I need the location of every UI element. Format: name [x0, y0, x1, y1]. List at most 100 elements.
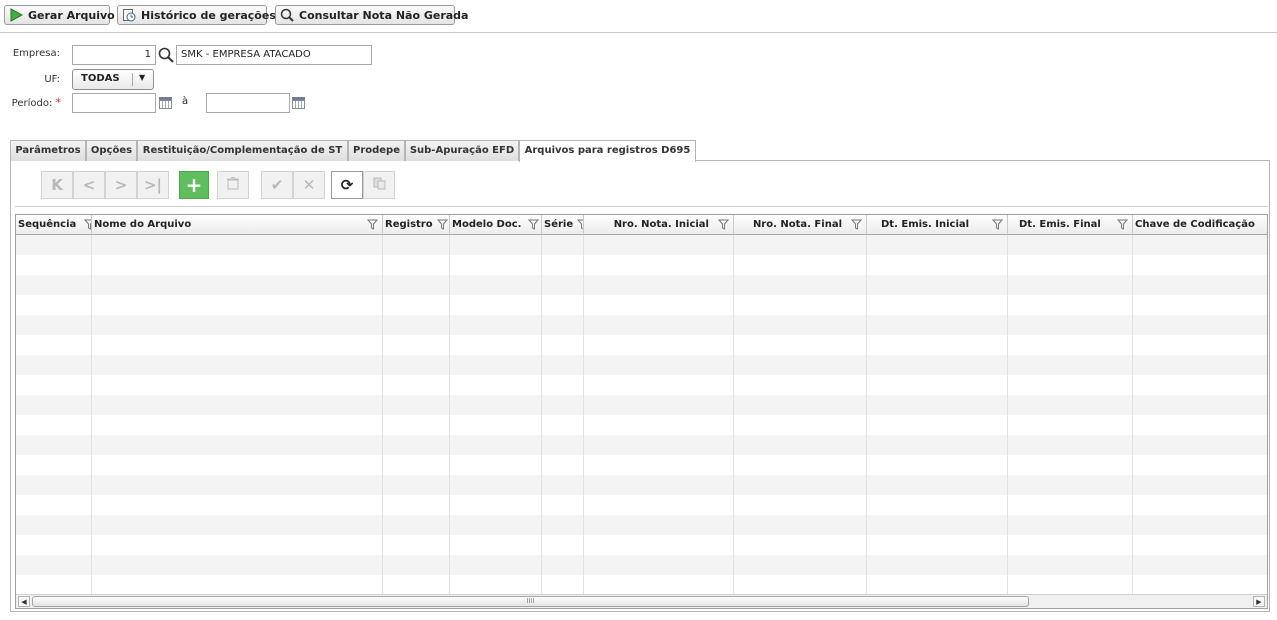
- prev-record-button[interactable]: <: [73, 171, 105, 199]
- table-row[interactable]: [16, 295, 1267, 315]
- filter-icon[interactable]: [851, 219, 862, 230]
- column-header-modelo-doc[interactable]: Modelo Doc.: [450, 215, 542, 235]
- chevron-right-icon: >: [114, 176, 128, 194]
- empresa-name-field: SMK - EMPRESA ATACADO: [176, 45, 372, 65]
- calendar-icon[interactable]: [159, 97, 172, 109]
- table-row[interactable]: [16, 475, 1267, 495]
- table-row[interactable]: [16, 395, 1267, 415]
- uf-select-divider: [132, 73, 133, 86]
- table-row[interactable]: [16, 515, 1267, 535]
- filter-icon[interactable]: [84, 219, 92, 230]
- first-record-button[interactable]: K: [41, 171, 73, 199]
- periodo-label-group: Período: *: [10, 96, 61, 109]
- column-header-dt-emis-inicial[interactable]: Dt. Emis. Inicial: [867, 215, 1008, 235]
- table-row[interactable]: [16, 335, 1267, 355]
- column-label: Nome do Arquivo: [94, 219, 192, 230]
- periodo-label: Período:: [11, 98, 53, 109]
- periodo-end-field[interactable]: [206, 93, 290, 113]
- historico-geracoes-button[interactable]: Histórico de gerações: [117, 5, 276, 25]
- table-row[interactable]: [16, 455, 1267, 475]
- column-divider: [449, 235, 450, 595]
- column-divider: [866, 235, 867, 595]
- play-icon: [9, 8, 24, 22]
- confirm-button[interactable]: ✔: [261, 171, 293, 199]
- table-row[interactable]: [16, 555, 1267, 575]
- scroll-left-icon[interactable]: ◀: [18, 596, 30, 607]
- periodo-separator: à: [182, 96, 189, 107]
- filter-icon[interactable]: [718, 219, 729, 230]
- gerar-arquivo-label: Gerar Arquivo: [28, 8, 115, 22]
- add-record-button[interactable]: +: [179, 171, 209, 199]
- trash-icon: [227, 176, 239, 194]
- tab-opcoes[interactable]: Opções: [86, 140, 137, 161]
- check-icon: ✔: [270, 176, 284, 194]
- table-row[interactable]: [16, 275, 1267, 295]
- tab-prodepe[interactable]: Prodepe: [348, 140, 405, 161]
- column-header-nro-nota-final[interactable]: Nro. Nota. Final: [734, 215, 867, 235]
- column-label: Modelo Doc.: [452, 219, 522, 230]
- tab-sub-apuracao[interactable]: Sub-Apuração EFD: [405, 140, 519, 161]
- table-row[interactable]: [16, 535, 1267, 555]
- search-icon: [280, 8, 294, 22]
- column-header-sequencia[interactable]: Sequência: [16, 215, 92, 235]
- column-header-serie[interactable]: Série: [542, 215, 584, 235]
- column-divider: [733, 235, 734, 595]
- scroll-right-icon[interactable]: ▶: [1253, 596, 1265, 607]
- table-row[interactable]: [16, 415, 1267, 435]
- consultar-nota-label: Consultar Nota Não Gerada: [299, 8, 469, 22]
- table-row[interactable]: [16, 435, 1267, 455]
- uf-label: UF:: [44, 74, 60, 85]
- column-header-dt-emis-final[interactable]: Dt. Emis. Final: [1008, 215, 1133, 235]
- filter-icon[interactable]: [1117, 219, 1128, 230]
- filter-icon[interactable]: [528, 219, 539, 230]
- table-row[interactable]: [16, 355, 1267, 375]
- tab-parametros[interactable]: Parâmetros: [10, 140, 86, 161]
- empresa-code-field[interactable]: 1: [72, 45, 156, 65]
- grid-toolbar-divider: [15, 206, 1268, 207]
- table-row[interactable]: [16, 235, 1267, 255]
- column-header-nome-arquivo[interactable]: Nome do Arquivo: [92, 215, 383, 235]
- refresh-button[interactable]: ⟳: [331, 171, 363, 199]
- empresa-search-icon[interactable]: [158, 47, 174, 63]
- filter-icon[interactable]: [437, 219, 448, 230]
- tab-restituicao[interactable]: Restituição/Complementação de ST: [137, 140, 348, 161]
- delete-record-button[interactable]: [217, 171, 249, 199]
- horizontal-scrollbar[interactable]: ◀ IIII ▶: [16, 594, 1267, 608]
- table-row[interactable]: [16, 315, 1267, 335]
- toolbar-divider: [0, 32, 1277, 33]
- uf-select[interactable]: TODAS ▼: [72, 69, 154, 90]
- plus-icon: +: [185, 173, 203, 197]
- column-divider: [382, 235, 383, 595]
- filter-icon[interactable]: [367, 219, 378, 230]
- cancel-button[interactable]: ✕: [293, 171, 325, 199]
- data-grid: Sequência Nome do Arquivo Registro Model…: [15, 214, 1268, 609]
- copy-button[interactable]: [363, 171, 395, 199]
- gerar-arquivo-button[interactable]: Gerar Arquivo: [4, 5, 115, 25]
- copy-icon: [373, 176, 386, 194]
- calendar-icon[interactable]: [292, 97, 305, 109]
- periodo-start-field[interactable]: [72, 93, 156, 113]
- last-record-button[interactable]: >|: [137, 171, 169, 199]
- filter-icon[interactable]: [577, 219, 584, 230]
- scrollbar-thumb[interactable]: IIII: [32, 596, 1029, 607]
- filter-icon[interactable]: [992, 219, 1003, 230]
- close-icon: ✕: [302, 176, 316, 194]
- column-label: Sequência: [18, 219, 77, 230]
- grid-body: [16, 235, 1267, 595]
- chevron-left-icon: <: [82, 176, 96, 194]
- tab-arquivos-d695[interactable]: Arquivos para registros D695: [519, 140, 696, 162]
- table-row[interactable]: [16, 375, 1267, 395]
- historico-geracoes-label: Histórico de gerações: [141, 8, 276, 22]
- refresh-icon: ⟳: [340, 176, 354, 194]
- column-label: Dt. Emis. Inicial: [881, 219, 970, 230]
- column-header-registro[interactable]: Registro: [383, 215, 450, 235]
- column-header-chave-codificacao[interactable]: Chave de Codificação: [1133, 215, 1267, 235]
- table-row[interactable]: [16, 495, 1267, 515]
- table-row[interactable]: [16, 575, 1267, 595]
- column-header-nro-nota-inicial[interactable]: Nro. Nota. Inicial: [584, 215, 734, 235]
- consultar-nota-button[interactable]: Consultar Nota Não Gerada: [275, 5, 468, 25]
- next-record-button[interactable]: >: [105, 171, 137, 199]
- uf-select-value: TODAS: [81, 73, 120, 84]
- column-label: Série: [544, 219, 574, 230]
- table-row[interactable]: [16, 255, 1267, 275]
